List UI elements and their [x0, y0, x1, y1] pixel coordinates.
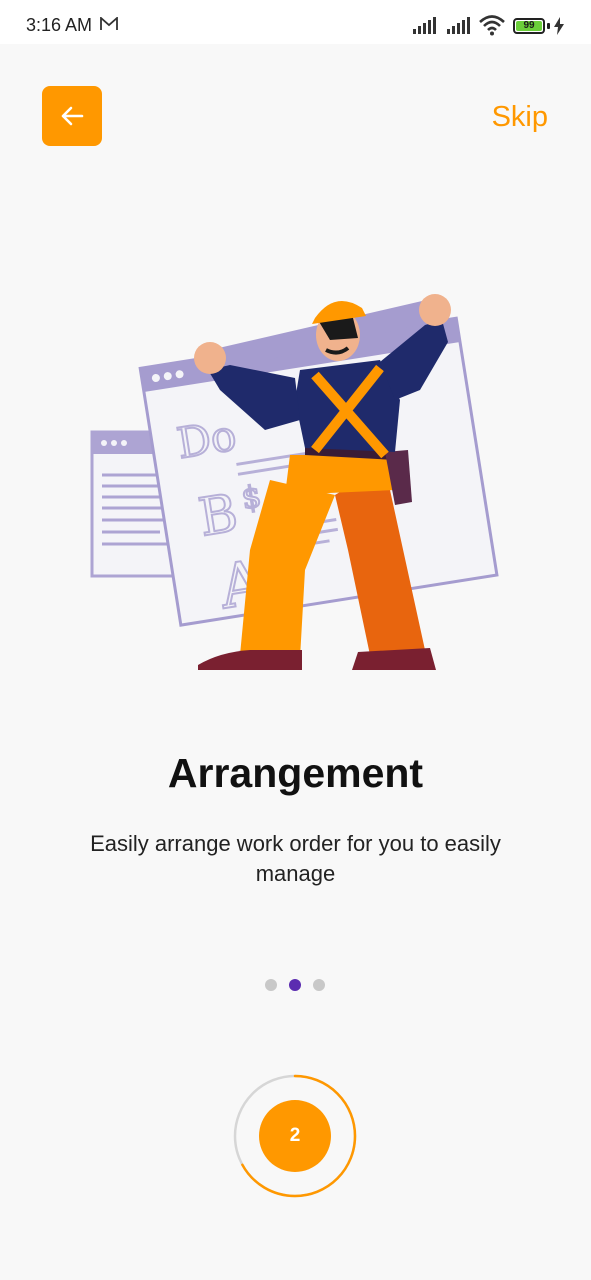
next-button[interactable]: 2 — [259, 1100, 331, 1172]
charging-icon — [554, 17, 564, 35]
page-number: 2 — [289, 1125, 301, 1146]
page-dot[interactable] — [265, 979, 277, 991]
skip-button[interactable]: Skip — [492, 101, 548, 134]
status-bar: 3:16 AM 99 — [0, 0, 591, 44]
battery-cap — [547, 23, 550, 29]
worker-illustration: Do B $ A — [90, 294, 499, 670]
page-description: Easily arrange work order for you to eas… — [90, 831, 501, 886]
battery-level: 99 — [516, 21, 542, 31]
signal-icon — [447, 17, 470, 34]
arrow-left-icon — [61, 106, 84, 126]
page-dot-active[interactable] — [289, 979, 301, 991]
battery-icon: 99 — [513, 18, 545, 34]
signal-icon — [413, 17, 436, 34]
svg-text:Do: Do — [174, 410, 240, 468]
status-time: 3:16 AM — [26, 15, 93, 35]
back-button[interactable] — [42, 86, 102, 146]
page-dot[interactable] — [313, 979, 325, 991]
mail-icon — [100, 17, 118, 30]
page-title: Arrangement — [167, 750, 424, 796]
wifi-icon — [479, 15, 505, 36]
